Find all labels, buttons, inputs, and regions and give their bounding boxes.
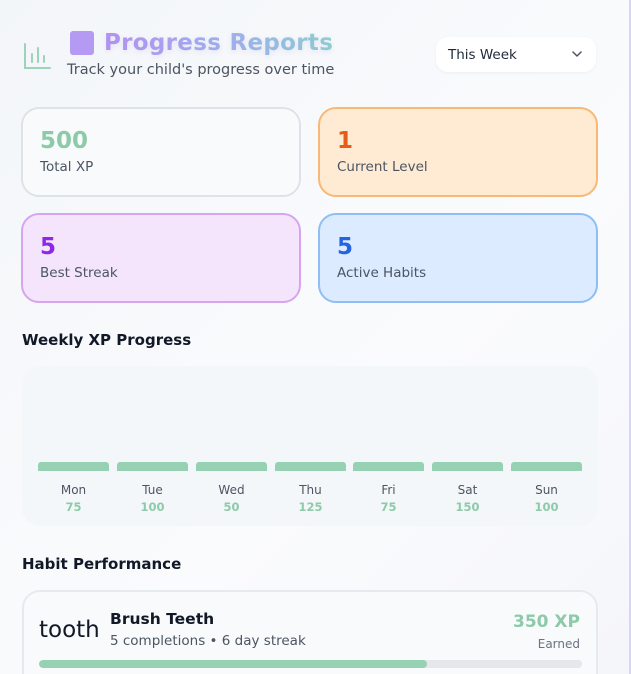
day-column-fri: Fri 75 [353, 462, 424, 514]
xp-bar [432, 462, 503, 471]
stat-value: 500 [40, 128, 89, 154]
period-select[interactable]: This Week [436, 37, 596, 72]
day-column-mon: Mon 75 [38, 462, 109, 514]
stat-label: Current Level [337, 159, 428, 175]
chevron-down-icon [572, 51, 582, 57]
weekly-xp-chart: Mon 75 Tue 100 Wed 50 Thu 125 Fri 75 Sat… [22, 366, 598, 526]
day-xp-value: 100 [140, 500, 165, 514]
stat-label: Total XP [40, 159, 94, 175]
xp-bar [117, 462, 188, 471]
page-title: Progress Reports [104, 30, 334, 56]
stat-card-active-habits: 5 Active Habits [318, 213, 598, 303]
day-xp-value: 150 [455, 500, 480, 514]
stat-value: 5 [40, 234, 57, 260]
page-subtitle: Track your child's progress over time [67, 62, 335, 78]
title-square-icon [70, 31, 94, 55]
day-xp-value: 125 [298, 500, 323, 514]
habit-progress-fill [39, 660, 428, 668]
title-row: Progress Reports [70, 30, 333, 56]
habit-name: Brush Teeth [110, 610, 215, 628]
day-xp-value: 50 [223, 500, 240, 514]
xp-bar [353, 462, 424, 471]
day-column-wed: Wed 50 [196, 462, 267, 514]
day-label: Fri [381, 483, 396, 497]
habit-performance-title: Habit Performance [22, 555, 182, 573]
day-label: Mon [60, 483, 87, 497]
xp-bar [511, 462, 582, 471]
weekly-xp-title: Weekly XP Progress [22, 331, 192, 349]
day-column-tue: Tue 100 [117, 462, 188, 514]
stat-card-current-level: 1 Current Level [318, 107, 598, 197]
day-label: Sat [457, 483, 478, 497]
stat-card-best-streak: 5 Best Streak [21, 213, 301, 303]
day-label: Sun [535, 483, 558, 497]
habit-earned-label: Earned [537, 637, 580, 651]
xp-bar [38, 462, 109, 471]
day-label: Wed [218, 483, 245, 497]
stat-label: Active Habits [337, 265, 427, 281]
day-xp-value: 100 [534, 500, 559, 514]
habit-xp: 350 XP [513, 612, 580, 632]
day-xp-value: 75 [380, 500, 397, 514]
day-column-sun: Sun 100 [511, 462, 582, 514]
habit-card-brush-teeth[interactable]: tooth Brush Teeth 5 completions • 6 day … [22, 590, 598, 674]
tooth-icon: tooth [39, 617, 100, 643]
day-column-sat: Sat 150 [432, 462, 503, 514]
stat-label: Best Streak [40, 265, 118, 281]
period-select-value: This Week [448, 46, 517, 63]
habit-progress-track [39, 660, 582, 668]
day-label: Thu [299, 483, 322, 497]
xp-bar [196, 462, 267, 471]
habit-meta: 5 completions • 6 day streak [110, 633, 306, 649]
day-column-thu: Thu 125 [275, 462, 346, 514]
stat-card-total-xp: 500 Total XP [21, 107, 301, 197]
day-label: Tue [142, 483, 163, 497]
stat-value: 5 [337, 234, 354, 260]
day-xp-value: 75 [65, 500, 82, 514]
xp-bar [275, 462, 346, 471]
bar-chart-icon [24, 43, 51, 69]
stat-value: 1 [337, 128, 354, 154]
